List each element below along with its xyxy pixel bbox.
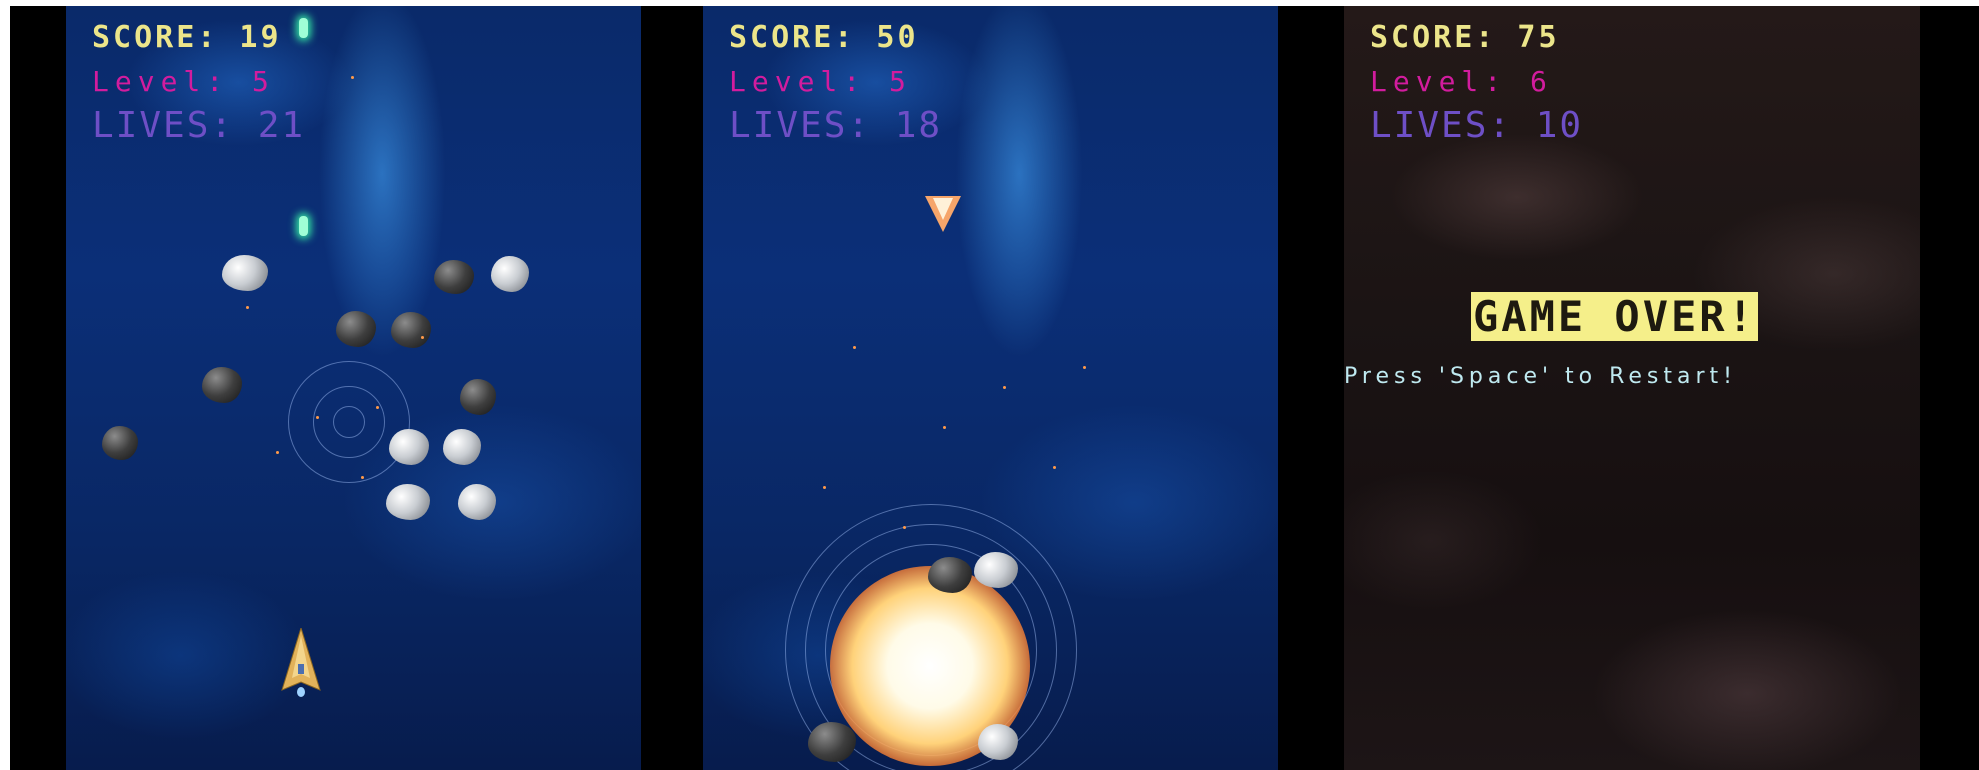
game-over-text: GAME OVER! <box>1471 292 1758 341</box>
player-ship-icon <box>281 628 321 697</box>
game-panel-1: SCORE: 19 Level: 5 LIVES: 21 <box>66 6 641 770</box>
spark <box>316 416 319 419</box>
level-label: Level: 5 <box>92 65 275 98</box>
asteroid-icon <box>389 429 429 465</box>
hud: SCORE: 75 Level: 6 LIVES: 10 <box>1370 16 1583 148</box>
hud: SCORE: 19 Level: 5 LIVES: 21 <box>92 16 305 148</box>
asteroid-icon <box>458 484 496 520</box>
spark <box>361 476 364 479</box>
restart-prompt: Press 'Space' to Restart! <box>1344 364 1737 389</box>
asteroid-icon <box>928 557 972 593</box>
spark <box>853 346 856 349</box>
asteroid-icon <box>491 256 529 292</box>
spark <box>276 451 279 454</box>
shockwave-ring <box>333 406 365 438</box>
spark <box>943 426 946 429</box>
asteroid-icon <box>386 484 430 520</box>
asteroid-icon <box>102 426 138 460</box>
asteroid-icon <box>336 311 376 347</box>
laser-bolt-icon <box>299 18 308 38</box>
score-label: SCORE: 75 <box>1370 20 1560 55</box>
laser-bolt-icon <box>299 216 308 236</box>
asteroid-icon <box>978 724 1018 760</box>
spark <box>421 336 424 339</box>
spark <box>351 76 354 79</box>
asteroid-icon <box>222 255 268 291</box>
spark <box>823 486 826 489</box>
lives-label: LIVES: 21 <box>92 105 306 146</box>
spark <box>1083 366 1086 369</box>
game-panel-2: SCORE: 50 Level: 5 LIVES: 18 <box>703 6 1278 770</box>
hud: SCORE: 50 Level: 5 LIVES: 18 <box>729 16 942 148</box>
score-label: SCORE: 19 <box>92 20 282 55</box>
spark <box>1053 466 1056 469</box>
level-label: Level: 6 <box>1370 65 1553 98</box>
asteroid-icon <box>443 429 481 465</box>
asteroid-icon <box>391 312 431 348</box>
spark <box>1003 386 1006 389</box>
spark <box>376 406 379 409</box>
spark <box>903 526 906 529</box>
asteroid-icon <box>808 722 856 762</box>
asteroid-icon <box>974 552 1018 588</box>
lives-label: LIVES: 18 <box>729 105 943 146</box>
level-label: Level: 5 <box>729 65 912 98</box>
asteroid-icon <box>202 367 242 403</box>
asteroid-icon <box>434 260 474 294</box>
enemy-ship-icon <box>925 196 961 232</box>
game-over-title: GAME OVER! <box>1471 292 1760 341</box>
game-panel-3: SCORE: 75 Level: 6 LIVES: 10 GAME OVER! … <box>1344 6 1920 770</box>
lives-label: LIVES: 10 <box>1370 105 1584 146</box>
asteroid-icon <box>460 379 496 415</box>
spark <box>246 306 249 309</box>
score-label: SCORE: 50 <box>729 20 919 55</box>
